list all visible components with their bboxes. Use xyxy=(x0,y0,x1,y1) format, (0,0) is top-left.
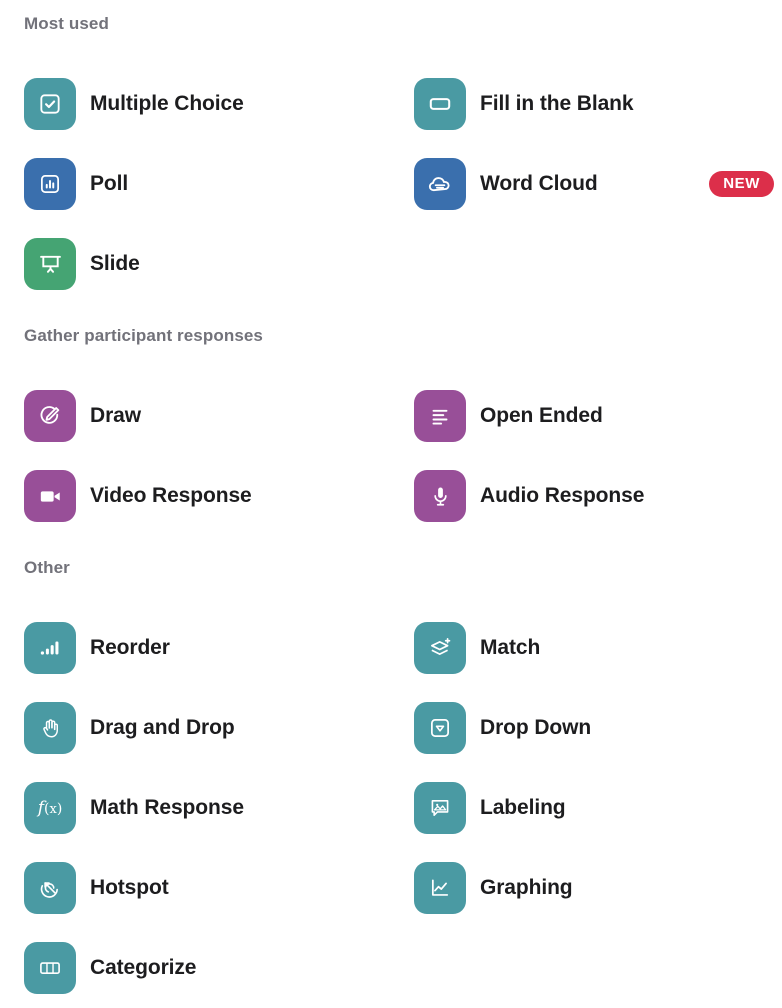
item-label: Open Ended xyxy=(480,404,603,427)
video-camera-icon xyxy=(24,470,76,522)
item-slide[interactable]: Slide xyxy=(0,224,390,304)
projector-screen-icon xyxy=(24,238,76,290)
question-type-picker: Most used Multiple Choice Fill in the Bl… xyxy=(0,0,782,1008)
section-title-gather: Gather participant responses xyxy=(24,326,263,345)
section-grid-gather: Draw Open Ended Video Response Audio Res… xyxy=(0,376,782,536)
image-callout-icon xyxy=(414,782,466,834)
item-labeling[interactable]: Labeling xyxy=(390,768,780,848)
section-grid-most-used: Multiple Choice Fill in the Blank Poll W… xyxy=(0,64,782,304)
item-poll[interactable]: Poll xyxy=(0,144,390,224)
layers-plus-icon xyxy=(414,622,466,674)
item-label: Draw xyxy=(90,404,141,427)
item-label: Categorize xyxy=(90,956,197,979)
section-title-other: Other xyxy=(24,558,70,577)
hand-icon xyxy=(24,702,76,754)
item-multiple-choice[interactable]: Multiple Choice xyxy=(0,64,390,144)
cloud-lines-icon xyxy=(414,158,466,210)
ascending-bars-icon xyxy=(24,622,76,674)
item-graphing[interactable]: Graphing xyxy=(390,848,780,928)
item-label: Math Response xyxy=(90,796,244,819)
item-categorize[interactable]: Categorize xyxy=(0,928,390,1008)
item-video-response[interactable]: Video Response xyxy=(0,456,390,536)
item-label: Drag and Drop xyxy=(90,716,235,739)
section-gather-participant-responses: Gather participant responses Draw Open E… xyxy=(0,326,782,536)
item-label: Fill in the Blank xyxy=(480,92,634,115)
target-arrow-icon xyxy=(24,862,76,914)
item-drag-and-drop[interactable]: Drag and Drop xyxy=(0,688,390,768)
item-label: Word Cloud xyxy=(480,172,598,195)
fx-glyph: f(x) xyxy=(37,797,63,818)
item-label: Graphing xyxy=(480,876,573,899)
item-label: Multiple Choice xyxy=(90,92,244,115)
microphone-icon xyxy=(414,470,466,522)
item-label: Poll xyxy=(90,172,129,195)
item-word-cloud[interactable]: Word Cloud NEW xyxy=(390,144,780,224)
item-label: Match xyxy=(480,636,541,659)
item-open-ended[interactable]: Open Ended xyxy=(390,376,780,456)
status-badge-new: NEW xyxy=(709,171,774,197)
section-grid-other: Reorder Match Drag and Drop Drop Down f(… xyxy=(0,608,782,1008)
item-label: Video Response xyxy=(90,484,252,507)
text-lines-icon xyxy=(414,390,466,442)
text-field-icon xyxy=(414,78,466,130)
item-draw[interactable]: Draw xyxy=(0,376,390,456)
columns-icon xyxy=(24,942,76,994)
line-graph-icon xyxy=(414,862,466,914)
checkbox-checked-icon xyxy=(24,78,76,130)
pencil-circle-icon xyxy=(24,390,76,442)
item-label: Audio Response xyxy=(480,484,645,507)
item-match[interactable]: Match xyxy=(390,608,780,688)
item-label: Reorder xyxy=(90,636,170,659)
item-label: Slide xyxy=(90,252,140,275)
item-label: Drop Down xyxy=(480,716,592,739)
section-title-most-used: Most used xyxy=(24,14,109,33)
bar-chart-framed-icon xyxy=(24,158,76,210)
chevron-down-boxed-icon xyxy=(414,702,466,754)
item-audio-response[interactable]: Audio Response xyxy=(390,456,780,536)
item-drop-down[interactable]: Drop Down xyxy=(390,688,780,768)
item-hotspot[interactable]: Hotspot xyxy=(0,848,390,928)
item-label: Hotspot xyxy=(90,876,169,899)
section-most-used: Most used Multiple Choice Fill in the Bl… xyxy=(0,14,782,304)
function-fx-icon: f(x) xyxy=(24,782,76,834)
section-other: Other Reorder Match Drag and Drop Drop D… xyxy=(0,558,782,1008)
item-math-response[interactable]: f(x) Math Response xyxy=(0,768,390,848)
item-reorder[interactable]: Reorder xyxy=(0,608,390,688)
item-label: Labeling xyxy=(480,796,566,819)
item-fill-in-the-blank[interactable]: Fill in the Blank xyxy=(390,64,780,144)
